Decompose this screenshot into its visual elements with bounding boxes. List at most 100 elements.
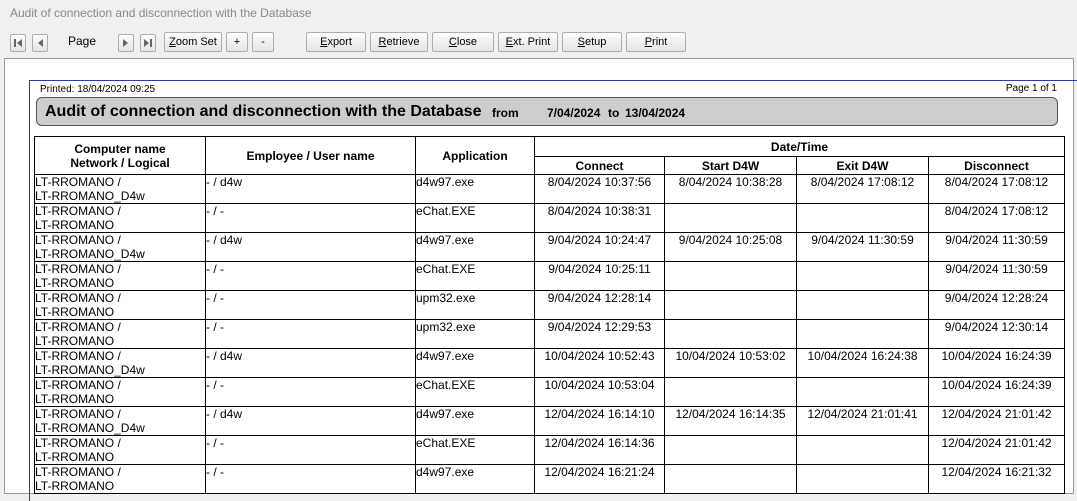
computer-cell: LT-RROMANO / LT-RROMANO_D4w (34, 174, 206, 204)
print-button[interactable]: Print (626, 32, 686, 52)
window-title: Audit of connection and disconnection wi… (10, 6, 312, 20)
table-row: LT-RROMANO / LT-RROMANO - / - eChat.EXE 12/0… (34, 435, 1065, 465)
computer-network-name: LT-RROMANO / (35, 465, 121, 480)
close-button[interactable]: Close (432, 32, 494, 52)
application-cell: d4w97.exe (415, 406, 535, 436)
exit-d4w-cell: 9/04/2024 11:30:59 (796, 232, 929, 262)
connect-cell: 9/04/2024 10:24:47 (534, 232, 665, 262)
start-d4w-cell (664, 435, 797, 465)
disconnect-cell: 9/04/2024 11:30:59 (928, 261, 1065, 291)
header-computer: Computer name Network / Logical (34, 136, 206, 175)
disconnect-cell: 9/04/2024 11:30:59 (928, 232, 1065, 262)
connect-cell: 10/04/2024 10:53:04 (534, 377, 665, 407)
connect-cell: 10/04/2024 10:52:43 (534, 348, 665, 378)
computer-cell: LT-RROMANO / LT-RROMANO_D4w (34, 406, 206, 436)
connect-cell: 9/04/2024 12:28:14 (534, 290, 665, 320)
computer-network-name: LT-RROMANO / (35, 204, 121, 219)
disconnect-cell: 8/04/2024 17:08:12 (928, 203, 1065, 233)
connect-cell: 12/04/2024 16:14:36 (534, 435, 665, 465)
application-cell: eChat.EXE (415, 203, 535, 233)
employee-cell: - / - (205, 464, 416, 494)
header-computer-line1: Computer name (74, 141, 166, 156)
computer-network-name: LT-RROMANO / (35, 378, 121, 393)
computer-logical-name: LT-RROMANO (35, 276, 115, 290)
employee-cell: - / - (205, 203, 416, 233)
from-label: from (492, 106, 519, 120)
exit-d4w-cell: 10/04/2024 16:24:38 (796, 348, 929, 378)
start-d4w-cell (664, 203, 797, 233)
export-button[interactable]: Export (306, 32, 366, 52)
table-row: LT-RROMANO / LT-RROMANO_D4w - / d4w d4w97.e… (34, 232, 1065, 262)
employee-cell: - / - (205, 290, 416, 320)
next-page-icon (123, 39, 128, 47)
ext-print-label: Ext. Print (505, 36, 551, 48)
start-d4w-cell: 10/04/2024 10:53:02 (664, 348, 797, 378)
prev-page-icon (38, 39, 43, 47)
computer-cell: LT-RROMANO / LT-RROMANO_D4w (34, 348, 206, 378)
first-page-icon (14, 39, 22, 47)
computer-logical-name: LT-RROMANO (35, 218, 115, 232)
report-title-box: Audit of connection and disconnection wi… (36, 97, 1058, 126)
employee-cell: - / d4w (205, 174, 416, 204)
start-d4w-cell (664, 261, 797, 291)
audit-table: Computer name Network / Logical Employee… (34, 136, 1065, 494)
computer-logical-name: LT-RROMANO (35, 479, 115, 493)
computer-network-name: LT-RROMANO / (35, 291, 121, 306)
prev-page-button[interactable] (32, 34, 48, 52)
employee-cell: - / - (205, 319, 416, 349)
computer-cell: LT-RROMANO / LT-RROMANO (34, 290, 206, 320)
setup-button[interactable]: Setup (562, 32, 622, 52)
application-cell: d4w97.exe (415, 464, 535, 494)
zoom-set-button[interactable]: Zoom Set (164, 32, 222, 52)
application-cell: eChat.EXE (415, 435, 535, 465)
date-from: 7/04/2024 (547, 106, 601, 120)
table-row: LT-RROMANO / LT-RROMANO - / - d4w97.exe 12/0… (34, 464, 1065, 494)
start-d4w-cell: 12/04/2024 16:14:35 (664, 406, 797, 436)
last-page-button[interactable] (140, 34, 156, 52)
last-page-icon (144, 39, 152, 47)
exit-d4w-cell: 8/04/2024 17:08:12 (796, 174, 929, 204)
computer-cell: LT-RROMANO / LT-RROMANO (34, 377, 206, 407)
exit-d4w-cell (796, 435, 929, 465)
computer-logical-name: LT-RROMANO (35, 334, 115, 348)
first-page-button[interactable] (10, 34, 26, 52)
employee-cell: - / - (205, 377, 416, 407)
connect-cell: 12/04/2024 16:21:24 (534, 464, 665, 494)
retrieve-button[interactable]: Retrieve (370, 32, 428, 52)
computer-cell: LT-RROMANO / LT-RROMANO_D4w (34, 232, 206, 262)
computer-network-name: LT-RROMANO / (35, 233, 121, 248)
ext-print-button[interactable]: Ext. Print (498, 32, 558, 52)
computer-logical-name: LT-RROMANO (35, 392, 115, 406)
exit-d4w-cell (796, 319, 929, 349)
computer-logical-name: LT-RROMANO (35, 305, 115, 319)
computer-cell: LT-RROMANO / LT-RROMANO (34, 319, 206, 349)
export-label: Export (320, 36, 352, 48)
zoom-out-button[interactable]: - (252, 32, 274, 52)
employee-cell: - / d4w (205, 348, 416, 378)
employee-cell: - / - (205, 261, 416, 291)
disconnect-cell: 10/04/2024 16:24:39 (928, 377, 1065, 407)
exit-d4w-cell (796, 203, 929, 233)
retrieve-label: Retrieve (378, 36, 420, 48)
disconnect-cell: 10/04/2024 16:24:39 (928, 348, 1065, 378)
application-cell: d4w97.exe (415, 174, 535, 204)
report-title: Audit of connection and disconnection wi… (45, 103, 482, 120)
next-page-button[interactable] (118, 34, 134, 52)
header-start-d4w: Start D4W (664, 156, 797, 175)
table-row: LT-RROMANO / LT-RROMANO_D4w - / d4w d4w97.e… (34, 406, 1065, 436)
header-datetime: Date/Time (534, 136, 1065, 157)
header-application: Application (415, 136, 535, 175)
table-row: LT-RROMANO / LT-RROMANO - / - eChat.EXE 8/04… (34, 203, 1065, 233)
start-d4w-cell: 9/04/2024 10:25:08 (664, 232, 797, 262)
computer-cell: LT-RROMANO / LT-RROMANO (34, 464, 206, 494)
computer-network-name: LT-RROMANO / (35, 349, 121, 364)
disconnect-cell: 9/04/2024 12:28:24 (928, 290, 1065, 320)
disconnect-cell: 12/04/2024 16:21:32 (928, 464, 1065, 494)
computer-logical-name: LT-RROMANO_D4w (35, 363, 145, 377)
computer-network-name: LT-RROMANO / (35, 175, 121, 190)
connect-cell: 9/04/2024 10:25:11 (534, 261, 665, 291)
zoom-in-button[interactable]: + (226, 32, 248, 52)
application-cell: upm32.exe (415, 290, 535, 320)
computer-logical-name: LT-RROMANO_D4w (35, 247, 145, 261)
disconnect-cell: 8/04/2024 17:08:12 (928, 174, 1065, 204)
